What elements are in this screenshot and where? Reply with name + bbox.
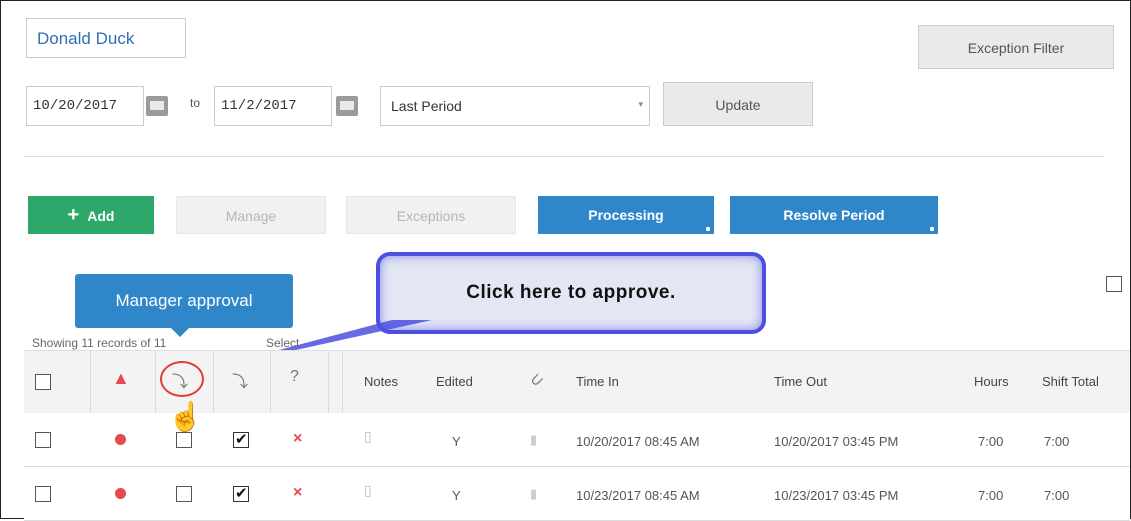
- hand-cursor-icon: ☝: [168, 401, 203, 432]
- exception-dot: [115, 488, 126, 499]
- manager-approval-checkbox[interactable]: [176, 432, 192, 448]
- approve-down-icon[interactable]: ⤵: [232, 368, 248, 392]
- row-checkbox[interactable]: [35, 432, 51, 448]
- records-count: Showing 11 records of 11: [32, 336, 167, 350]
- row-hours: 7:00: [978, 434, 1004, 449]
- manager-approval-highlight: [160, 361, 204, 397]
- row-time-out: 10/20/2017 03:45 PM: [774, 434, 899, 449]
- document-icon[interactable]: ▯: [364, 482, 372, 499]
- reject-icon[interactable]: ×: [293, 484, 302, 502]
- column-header-time-out[interactable]: Time Out: [774, 374, 827, 389]
- approve-question-icon[interactable]: ?: [290, 368, 299, 386]
- attachment-icon: ▮: [530, 432, 538, 447]
- row-time-out: 10/23/2017 03:45 PM: [774, 488, 899, 503]
- column-header-time-in[interactable]: Time In: [576, 374, 619, 389]
- select-label: Select: [266, 336, 300, 350]
- row-edited: Y: [452, 488, 461, 503]
- row-edited: Y: [452, 434, 461, 449]
- employee-approval-checkbox[interactable]: [233, 430, 249, 448]
- bell-icon[interactable]: ▲: [112, 368, 130, 389]
- reject-icon[interactable]: ×: [293, 430, 302, 448]
- column-header-notes[interactable]: Notes: [364, 374, 398, 389]
- row-time-in: 10/23/2017 08:45 AM: [576, 488, 700, 503]
- select-all-checkbox[interactable]: [35, 374, 51, 390]
- column-header-hours[interactable]: Hours: [974, 374, 1009, 389]
- row-shift-total: 7:00: [1044, 488, 1070, 503]
- row-shift-total: 7:00: [1044, 434, 1070, 449]
- row-checkbox[interactable]: [35, 486, 51, 502]
- row-hours: 7:00: [978, 488, 1004, 503]
- column-header-edited[interactable]: Edited: [436, 374, 473, 389]
- row-time-in: 10/20/2017 08:45 AM: [576, 434, 700, 449]
- exception-dot: [115, 434, 126, 445]
- manager-approval-checkbox[interactable]: [176, 486, 192, 502]
- attachment-icon: ▮: [530, 486, 538, 501]
- document-icon[interactable]: ▯: [364, 428, 372, 445]
- employee-approval-checkbox[interactable]: [233, 484, 249, 502]
- column-header-shift-total[interactable]: Shift Total: [1042, 374, 1099, 389]
